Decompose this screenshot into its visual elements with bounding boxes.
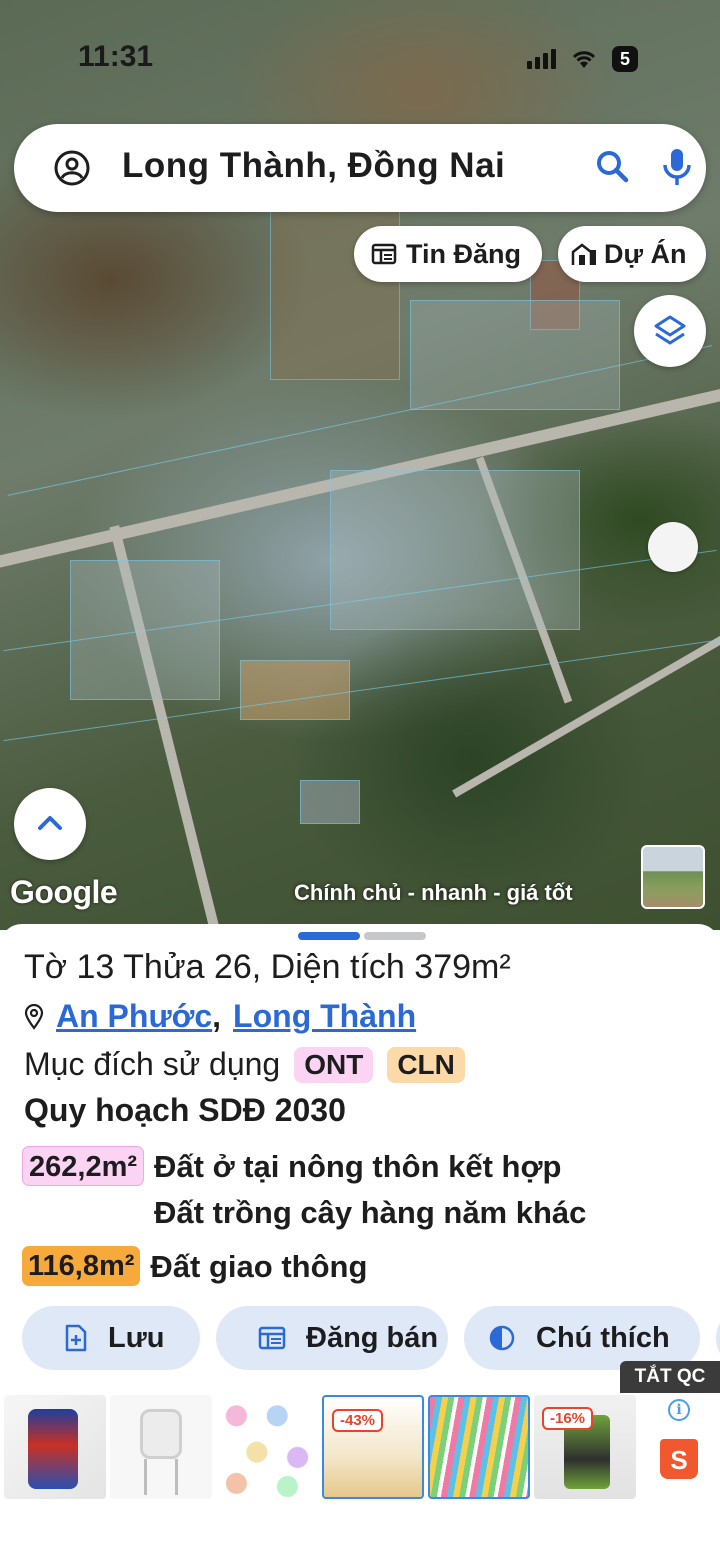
area-badge: 116,8m² xyxy=(22,1246,141,1286)
promo-text[interactable]: Chính chủ - nhanh - giá tốt xyxy=(294,880,573,906)
sheet-pager[interactable] xyxy=(298,932,426,940)
ward-link[interactable]: An Phước xyxy=(56,998,212,1035)
parcel-info-sheet: Tờ 13 Thửa 26, Diện tích 379m² An Phước … xyxy=(0,924,720,1384)
map-scroll-handle[interactable] xyxy=(648,522,698,572)
search-input[interactable]: Long Thành, Đồng Nai xyxy=(122,146,505,186)
contrast-icon xyxy=(489,1325,515,1351)
plan-description: Đất ở tại nông thôn kết hợp Đất trồng câ… xyxy=(154,1144,586,1236)
area-badge: 262,2m² xyxy=(22,1146,145,1186)
parcel-title: Tờ 13 Thửa 26, Diện tích 379m² xyxy=(24,948,511,986)
usage-code-cln: CLN xyxy=(387,1046,465,1083)
location-row: An Phước , Long Thành xyxy=(24,998,416,1035)
discount-badge: -43% xyxy=(332,1409,384,1432)
plan-line: Đất giao thông xyxy=(150,1249,368,1284)
location-pin-icon xyxy=(24,1003,44,1030)
layers-icon xyxy=(654,315,686,345)
usage-code-ont: ONT xyxy=(294,1046,374,1083)
search-bar[interactable]: Long Thành, Đồng Nai xyxy=(14,124,706,212)
plan-line: Đất ở tại nông thôn kết hợp xyxy=(154,1149,562,1184)
save-label: Lưu xyxy=(108,1321,165,1354)
status-time: 11:31 xyxy=(78,40,154,73)
location-separator: , xyxy=(212,998,222,1034)
ad-product-straws[interactable] xyxy=(428,1395,530,1499)
legend-label: Chú thích xyxy=(536,1321,670,1354)
tin-dang-chip[interactable]: Tin Đăng xyxy=(354,226,542,282)
news-icon xyxy=(371,243,397,265)
wifi-icon xyxy=(572,51,596,68)
search-icon[interactable] xyxy=(594,148,632,186)
plan-item: 262,2m² Đất ở tại nông thôn kết hợp Đất … xyxy=(22,1144,586,1236)
plan-line: Đất trồng cây hàng năm khác xyxy=(154,1195,587,1230)
discount-badge: -16% xyxy=(542,1407,594,1430)
plan-item: 116,8m² Đất giao thông xyxy=(22,1244,367,1290)
listing-icon xyxy=(258,1326,286,1350)
building-icon xyxy=(571,243,596,265)
plan-description: Đất giao thông xyxy=(150,1244,367,1290)
pager-dot-active[interactable] xyxy=(298,932,360,940)
tin-dang-label: Tin Đăng xyxy=(406,238,522,269)
close-ads-button[interactable]: TẮT QC xyxy=(620,1361,720,1393)
save-button[interactable]: Lưu xyxy=(22,1306,200,1370)
ad-shopee-panel[interactable]: i S xyxy=(640,1393,720,1503)
chevron-up-icon xyxy=(38,816,62,830)
battery-icon: 5 xyxy=(612,46,638,72)
du-an-label: Dự Án xyxy=(604,238,687,269)
district-link[interactable]: Long Thành xyxy=(233,998,416,1035)
ad-product-mecha[interactable]: -16% xyxy=(534,1395,636,1499)
save-file-icon xyxy=(65,1324,87,1352)
du-an-chip[interactable]: Dự Án xyxy=(558,226,706,282)
ad-info-icon[interactable]: i xyxy=(668,1399,690,1421)
ad-product-box[interactable]: -43% xyxy=(322,1395,424,1499)
status-bar: 11:31 5 xyxy=(0,38,720,78)
status-icons: 5 xyxy=(527,46,638,72)
expand-up-button[interactable] xyxy=(14,788,86,860)
ad-product-plush[interactable] xyxy=(216,1395,318,1499)
google-logo: Google xyxy=(10,874,118,910)
usage-label: Mục đích sử dụng xyxy=(24,1046,281,1082)
action-bar: Lưu Đăng bán Chú thích xyxy=(22,1306,720,1370)
ad-banner[interactable]: ✕ -43% -16% xyxy=(0,1393,720,1503)
plan-title: Quy hoạch SDĐ 2030 xyxy=(24,1092,346,1128)
post-sale-label: Đăng bán xyxy=(306,1321,439,1354)
shopee-icon: S xyxy=(660,1439,698,1479)
ad-product-robot[interactable] xyxy=(4,1395,106,1499)
post-sale-button[interactable]: Đăng bán xyxy=(216,1306,448,1370)
layers-button[interactable] xyxy=(634,295,706,367)
account-icon[interactable] xyxy=(54,150,90,186)
promo-thumbnail[interactable] xyxy=(641,845,705,909)
mic-icon[interactable] xyxy=(660,146,694,188)
usage-row: Mục đích sử dụng ONT CLN xyxy=(24,1046,465,1083)
pager-dot[interactable] xyxy=(364,932,426,940)
signal-icon xyxy=(527,49,556,69)
ad-product-chair[interactable] xyxy=(110,1395,212,1499)
